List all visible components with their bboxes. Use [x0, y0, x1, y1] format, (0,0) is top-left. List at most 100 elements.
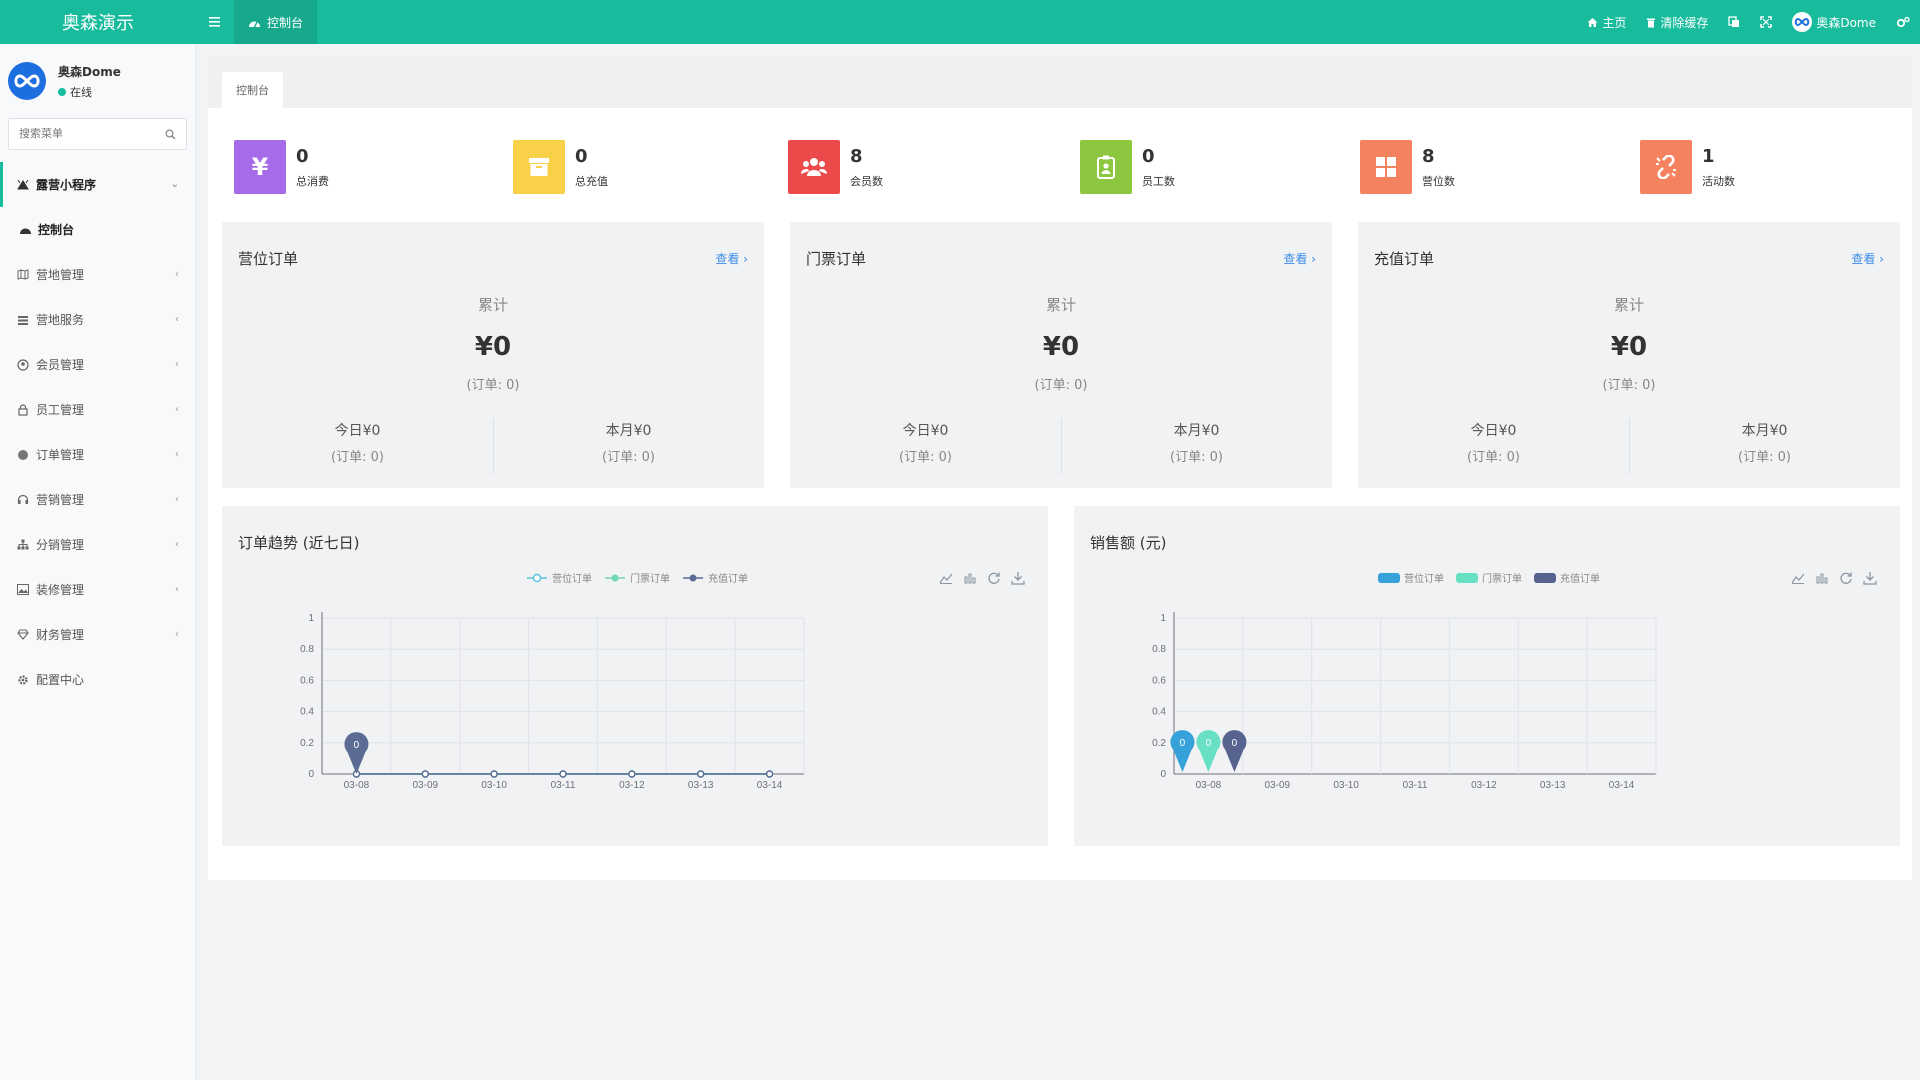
fullscreen-icon [1760, 16, 1773, 28]
order-trend-chart-card: 订单趋势 (近七日) 营位订单 门票订单 充值订单 0 0.2 0.4 0.6 0.8 1… [222, 506, 1048, 846]
sidebar-item-label: 员工管理 [36, 403, 85, 417]
stats-row: ¥ 0 总消费 0 总充值 8 会员数 0 员工数 8 营位数 1 活动数 [234, 140, 1914, 196]
data-point [697, 770, 705, 778]
image-icon [16, 584, 30, 595]
data-label: 0 [1232, 738, 1238, 749]
stat-total-recharge: 0 总充值 [513, 140, 608, 194]
y-tick-label: 0.8 [1152, 644, 1166, 655]
x-tick-label: 03-13 [688, 780, 714, 791]
stat-value: 0 [575, 145, 588, 167]
sidebar-item-orders[interactable]: 订单管理 ‹ [0, 432, 195, 477]
home-link[interactable]: 主页 [1577, 0, 1636, 44]
x-tick-label: 03-08 [344, 780, 370, 791]
hamburger-icon [209, 17, 220, 27]
online-status: 在线 [58, 84, 121, 100]
x-tick-label: 03-10 [1333, 780, 1359, 791]
sidebar-item-service[interactable]: 营地服务 ‹ [0, 297, 195, 342]
x-tick-label: 03-14 [757, 780, 783, 791]
sidebar-group-camping[interactable]: 露营小程序 ⌄ [0, 162, 195, 207]
month-stat: 本月¥0 (订单: 0) [602, 423, 655, 465]
chevron-left-icon: ‹ [175, 539, 179, 550]
view-link[interactable]: 查看 › [1283, 250, 1316, 267]
data-point [559, 770, 567, 778]
bar-chart-plot: 0 0.2 0.4 0.6 0.8 1 03-08 03-09 03-10 03-11 03-12 0… [1152, 612, 1657, 791]
sidebar-item-distribution[interactable]: 分销管理 ‹ [0, 522, 195, 567]
sidebar-item-label: 分销管理 [36, 538, 85, 552]
x-tick-label: 03-08 [1196, 780, 1222, 791]
data-label: 0 [1180, 738, 1186, 749]
gears-icon [1896, 16, 1910, 28]
chevron-left-icon: ‹ [175, 314, 179, 325]
total-orders: (订单: 0) [1034, 378, 1088, 393]
diamond-icon [16, 629, 30, 640]
gear-icon [16, 674, 30, 686]
tab-dashboard[interactable]: 控制台 [234, 0, 318, 44]
data-label-pin [344, 732, 369, 774]
sidebar-item-dashboard[interactable]: 控制台 [0, 207, 195, 252]
y-tick-label: 0.6 [300, 675, 314, 686]
search-input[interactable] [19, 128, 165, 140]
search-icon[interactable] [165, 128, 176, 140]
sidebar-item-decoration[interactable]: 装修管理 ‹ [0, 567, 195, 612]
clear-cache-button[interactable]: 清除缓存 [1636, 0, 1718, 44]
home-icon [1587, 17, 1598, 27]
archive-icon [513, 140, 565, 194]
id-badge-icon [1080, 140, 1132, 194]
user-panel: 奥森Dome 在线 [0, 44, 195, 118]
sidebar-item-label: 营地服务 [36, 313, 85, 327]
data-point [765, 770, 774, 778]
home-link-label: 主页 [1602, 15, 1627, 30]
total-label: 累计 [1045, 296, 1076, 314]
sidebar-item-label: 会员管理 [36, 358, 85, 372]
stat-value: 8 [1422, 145, 1435, 167]
sidebar-item-label: 控制台 [38, 223, 75, 237]
stat-label: 总充值 [575, 174, 608, 188]
sidebar-item-staff[interactable]: 员工管理 ‹ [0, 387, 195, 432]
sidebar-item-label: 装修管理 [36, 583, 85, 597]
menu-toggle-button[interactable] [196, 0, 234, 44]
card-title: 门票订单 [806, 250, 867, 268]
dashboard-icon [18, 225, 32, 235]
y-tick-label: 0.2 [300, 738, 314, 749]
sidebar-item-config[interactable]: 配置中心 [0, 657, 195, 702]
dashboard-icon [249, 21, 260, 27]
language-button[interactable] [1718, 0, 1750, 44]
avatar [8, 62, 46, 100]
stat-label: 活动数 [1702, 174, 1735, 188]
view-link[interactable]: 查看 › [715, 250, 748, 267]
total-orders: (订单: 0) [1602, 378, 1656, 393]
tab-dashboard-content[interactable]: 控制台 [222, 72, 283, 108]
brand-logo-text[interactable]: 奥森演示 [0, 0, 196, 44]
x-tick-label: 03-12 [619, 780, 645, 791]
today-stat: 今日¥0 (订单: 0) [899, 423, 952, 465]
chevron-left-icon: ‹ [175, 584, 179, 595]
sidebar-item-label: 财务管理 [36, 628, 85, 642]
user-menu[interactable]: 奥森Dome [1782, 0, 1886, 44]
camping-icon [16, 179, 30, 190]
x-tick-label: 03-09 [412, 780, 438, 791]
infinity-logo-icon [1795, 17, 1810, 27]
data-label: 0 [1206, 738, 1212, 749]
y-tick-label: 0.2 [1152, 738, 1166, 749]
data-point [628, 770, 636, 778]
data-point [421, 770, 429, 778]
view-link[interactable]: 查看 › [1851, 250, 1884, 267]
stat-value: 1 [1702, 145, 1715, 167]
sidebar-item-marketing[interactable]: 营销管理 ‹ [0, 477, 195, 522]
gear-badge-icon [16, 449, 30, 461]
stat-members: 8 会员数 [788, 140, 883, 194]
settings-button[interactable] [1886, 0, 1920, 44]
menu-search[interactable] [8, 118, 187, 150]
sidebar-item-members[interactable]: 会员管理 ‹ [0, 342, 195, 387]
fullscreen-button[interactable] [1750, 0, 1782, 44]
x-tick-label: 03-11 [1403, 780, 1428, 791]
y-tick-label: 0.4 [300, 707, 314, 718]
stat-label: 员工数 [1142, 174, 1175, 188]
chevron-left-icon: ‹ [175, 629, 179, 640]
avatar [1792, 12, 1813, 32]
chevron-left-icon: ‹ [175, 449, 179, 460]
online-status-label: 在线 [70, 85, 92, 99]
sidebar-item-finance[interactable]: 财务管理 ‹ [0, 612, 195, 657]
x-tick-label: 03-12 [1471, 780, 1497, 791]
sidebar-item-camp[interactable]: 营地管理 ‹ [0, 252, 195, 297]
